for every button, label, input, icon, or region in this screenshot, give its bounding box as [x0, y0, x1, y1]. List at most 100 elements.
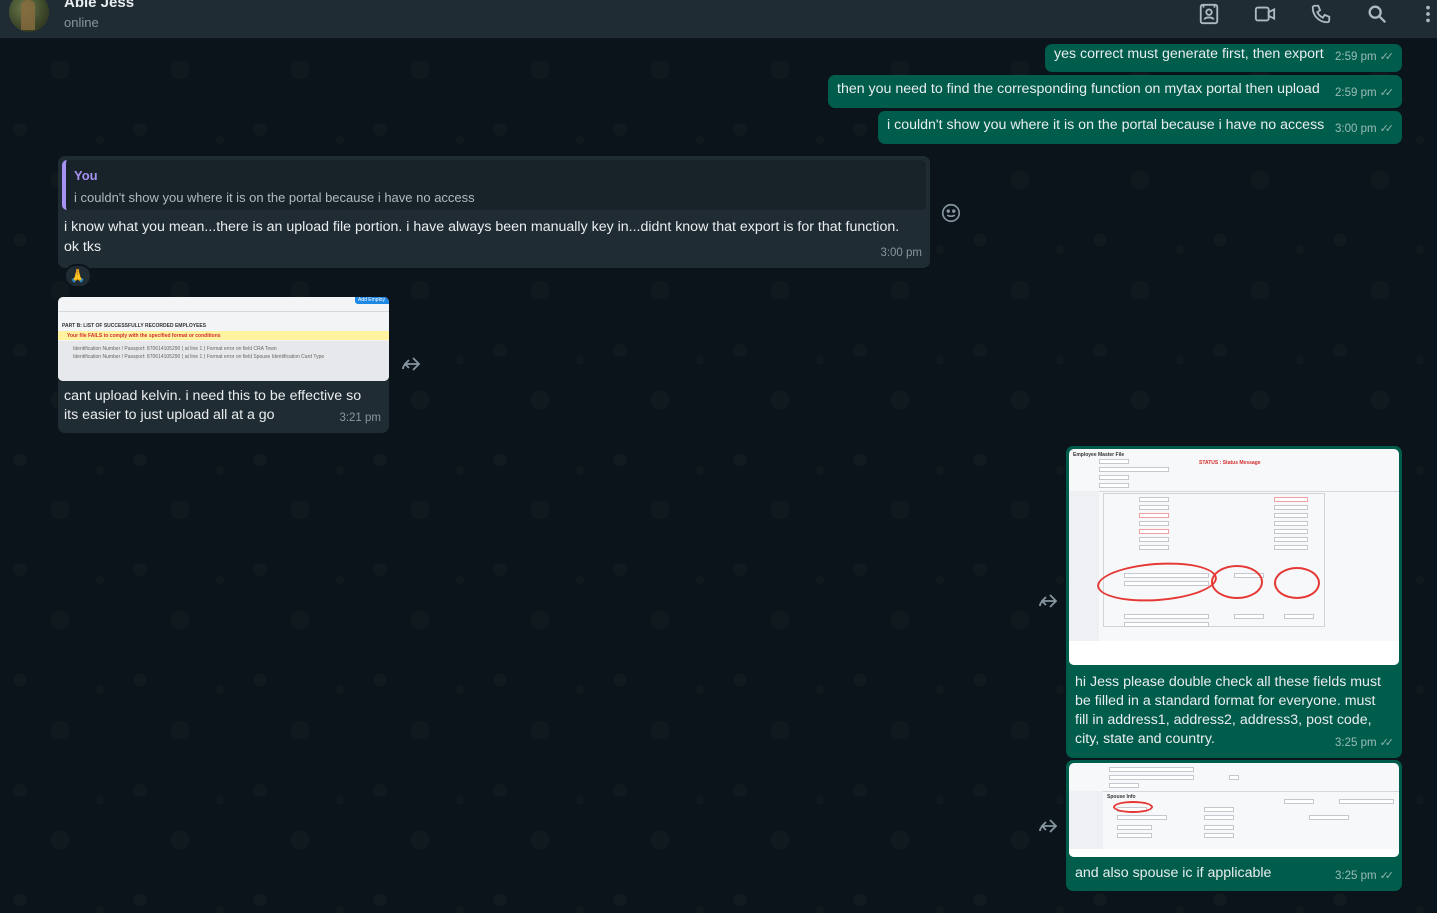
- image-field: [1124, 614, 1209, 619]
- message-bubble-outgoing[interactable]: Spouse Info and also spouse ic if applic…: [1066, 760, 1402, 891]
- double-check-icon: ✓✓: [1379, 87, 1395, 99]
- message-bubble-incoming[interactable]: Add Employ PART B: LIST OF SUCCESSFULLY …: [58, 297, 389, 433]
- image-title: Employee Master File: [1073, 452, 1125, 458]
- double-check-icon: ✓✓: [1379, 870, 1395, 882]
- message-bubble-outgoing[interactable]: i couldn't show you where it is on the p…: [878, 111, 1402, 144]
- message-bubble-outgoing[interactable]: then you need to find the corresponding …: [828, 75, 1402, 108]
- image-field: [1099, 475, 1129, 480]
- image-field: [1109, 767, 1194, 772]
- message-text: and also spouse ic if applicable: [1075, 865, 1272, 881]
- search-icon[interactable]: [1365, 2, 1389, 26]
- image-section-label: Spouse Info: [1107, 794, 1136, 800]
- image-field: [1139, 505, 1169, 510]
- quoted-reply[interactable]: You i couldn't show you where it is on t…: [62, 160, 926, 210]
- video-camera-icon[interactable]: [1253, 2, 1277, 26]
- quoted-author: You: [74, 168, 98, 183]
- image-field: [1099, 459, 1129, 464]
- image-field: [1234, 614, 1264, 619]
- image-field: [1109, 783, 1139, 788]
- message-time: 3:25 pm: [1335, 870, 1377, 882]
- message-meta: 2:59 pm ✓✓: [1335, 48, 1394, 67]
- image-field: [1274, 529, 1308, 534]
- image-field: [1139, 513, 1169, 518]
- contact-name[interactable]: Able Jess: [64, 0, 134, 11]
- image-button-label: Add Employ: [358, 297, 385, 303]
- image-field: [1139, 521, 1169, 526]
- image-row: Identification Number / Passport: 870614…: [73, 346, 277, 352]
- message-bubble-outgoing[interactable]: yes correct must generate first, then ex…: [1045, 44, 1402, 72]
- phone-icon[interactable]: [1309, 2, 1333, 26]
- image-field: [1139, 537, 1169, 542]
- image-field: [1274, 537, 1308, 542]
- image-field: [1109, 775, 1194, 780]
- message-time: 3:00 pm: [880, 247, 922, 259]
- message-time: 3:25 pm: [1335, 737, 1377, 749]
- forward-icon[interactable]: [1036, 816, 1060, 836]
- image-error-text: Your file FAILS to comply with the speci…: [67, 333, 221, 339]
- message-meta: 3:00 pm: [880, 244, 922, 263]
- image-button: Add Employ: [355, 297, 389, 304]
- image-sidebar: [1069, 491, 1099, 641]
- image-field: [1284, 614, 1314, 619]
- quoted-text: i couldn't show you where it is on the p…: [74, 190, 475, 205]
- message-text-line: fill in address1, address2, address3, po…: [1075, 712, 1372, 728]
- image-field: [1117, 815, 1167, 820]
- message-text: then you need to find the corresponding …: [837, 81, 1320, 97]
- message-text-line: hi Jess please double check all these fi…: [1075, 674, 1381, 690]
- message-time: 3:00 pm: [1335, 123, 1377, 135]
- contact-avatar[interactable]: [9, 0, 49, 32]
- contact-card-icon[interactable]: [1197, 2, 1221, 26]
- image-status: STATUS : Status Message: [1199, 460, 1261, 466]
- chat-header[interactable]: Able Jess online: [0, 0, 1437, 38]
- message-meta: 3:21 pm: [339, 409, 381, 428]
- image-footer: [1069, 849, 1399, 857]
- message-text: yes correct must generate first, then ex…: [1054, 46, 1324, 62]
- message-bubble-incoming[interactable]: You i couldn't show you where it is on t…: [58, 156, 930, 268]
- image-field: [1139, 497, 1169, 502]
- contact-status: online: [64, 15, 99, 30]
- image-title: PART B: LIST OF SUCCESSFULLY RECORDED EM…: [62, 323, 207, 329]
- image-field: [1124, 622, 1209, 627]
- reaction-emoji: 🙏: [69, 268, 87, 283]
- image-field: [1309, 815, 1349, 820]
- double-check-icon: ✓✓: [1379, 51, 1395, 63]
- message-time: 3:21 pm: [339, 412, 381, 424]
- kebab-menu-icon[interactable]: [1422, 2, 1434, 26]
- image-divider: [58, 311, 389, 312]
- forward-icon[interactable]: [399, 354, 423, 374]
- image-field: [1099, 467, 1169, 472]
- double-check-icon: ✓✓: [1379, 123, 1395, 135]
- image-field: [1274, 505, 1308, 510]
- image-divider: [1069, 491, 1399, 492]
- image-field: [1204, 815, 1234, 820]
- message-text: i couldn't show you where it is on the p…: [887, 117, 1325, 133]
- image-sidebar: [1069, 791, 1103, 857]
- message-text-line: city, state and country.: [1075, 731, 1215, 747]
- forward-icon[interactable]: [1036, 591, 1060, 611]
- image-field: [1117, 825, 1152, 830]
- emoji-icon[interactable]: [940, 202, 962, 224]
- message-meta: 2:59 pm ✓✓: [1335, 84, 1394, 103]
- image-field: [1204, 807, 1234, 812]
- image-field: [1204, 825, 1234, 830]
- message-text-line: i know what you mean...there is an uploa…: [64, 219, 900, 235]
- image-field: [1284, 799, 1314, 804]
- message-text-line: ok tks: [64, 239, 102, 255]
- message-text-line: cant upload kelvin. i need this to be ef…: [64, 388, 362, 404]
- message-reaction[interactable]: 🙏: [64, 264, 92, 288]
- message-image[interactable]: Add Employ PART B: LIST OF SUCCESSFULLY …: [58, 297, 389, 381]
- image-field: [1339, 799, 1394, 804]
- message-time: 2:59 pm: [1335, 87, 1377, 99]
- message-image[interactable]: Spouse Info: [1069, 763, 1399, 857]
- message-time: 2:59 pm: [1335, 51, 1377, 63]
- message-image[interactable]: Employee Master File STATUS : Status Mes…: [1069, 449, 1399, 665]
- image-field: [1204, 833, 1234, 838]
- image-field: [1274, 521, 1308, 526]
- message-meta: 3:00 pm ✓✓: [1335, 120, 1394, 139]
- message-meta: 3:25 pm ✓✓: [1335, 867, 1394, 886]
- message-text-line: be filled in a standard format for every…: [1075, 693, 1376, 709]
- image-row: Identification Number / Passport: 870614…: [73, 354, 325, 360]
- image-field: [1139, 545, 1169, 550]
- message-bubble-outgoing[interactable]: Employee Master File STATUS : Status Mes…: [1066, 446, 1402, 758]
- image-annotation-circle: [1274, 567, 1320, 599]
